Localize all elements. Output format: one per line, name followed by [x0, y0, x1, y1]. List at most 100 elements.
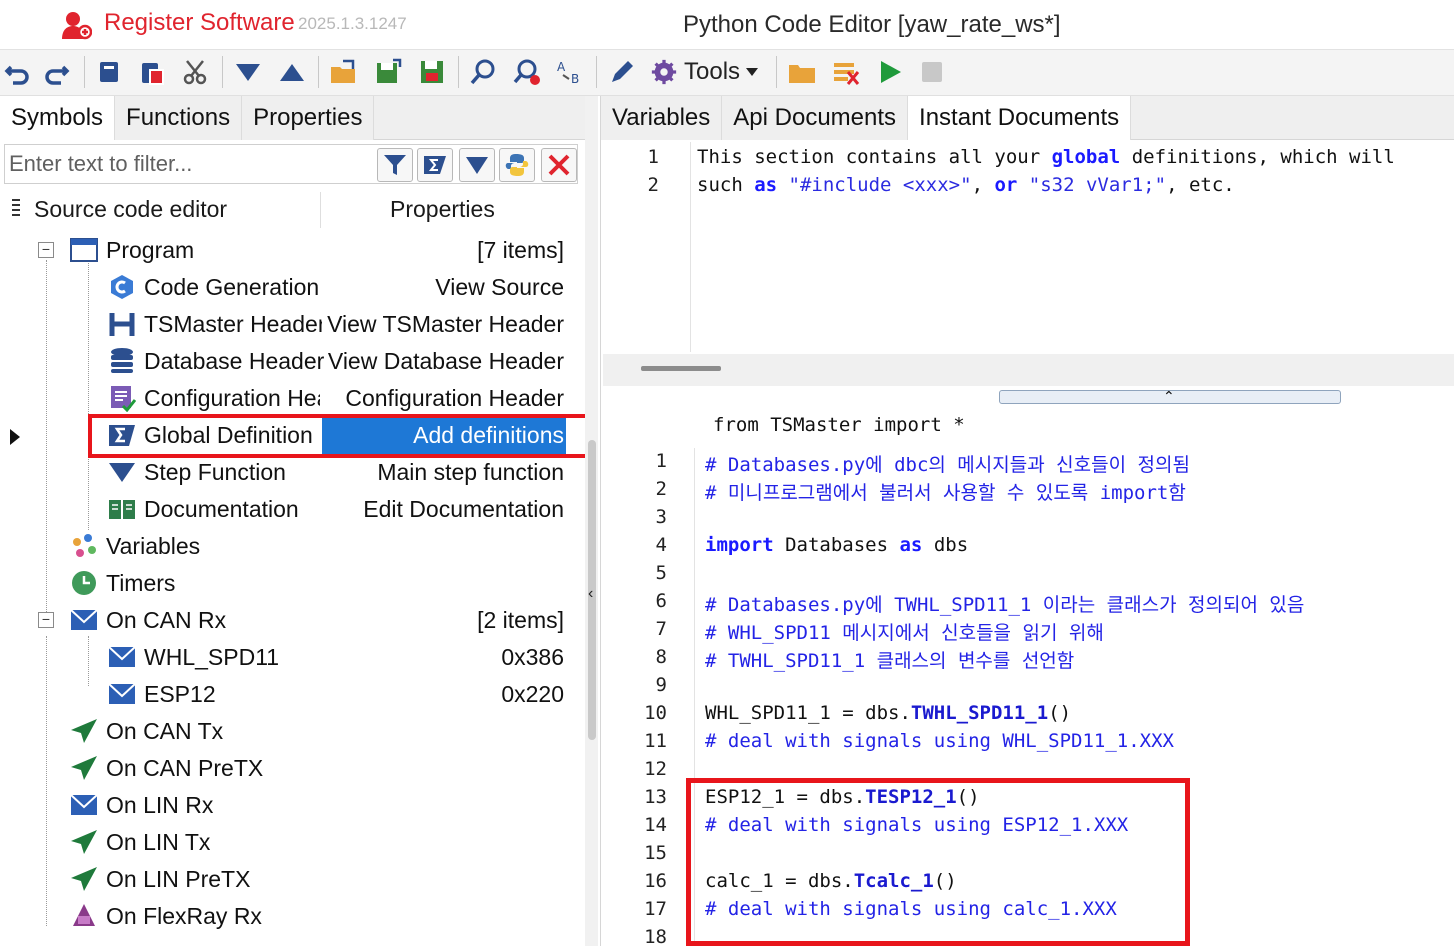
collapse-icon[interactable]: − — [38, 242, 54, 258]
tree-item-value: Configuration Header — [345, 385, 564, 411]
send-icon — [70, 754, 98, 782]
line-number-gutter: 1 2 3 4 5 6 7 8 9 10 11 12 13 14 15 16 1… — [603, 448, 695, 946]
register-user-icon[interactable] — [60, 10, 93, 40]
collapse-left-icon[interactable]: ‹ — [588, 585, 593, 603]
doc-keyword: or — [994, 174, 1018, 196]
editor-splitter[interactable]: ⌃ — [601, 388, 1454, 406]
collapse-icon[interactable]: − — [38, 612, 54, 628]
sigma-filter-icon[interactable] — [417, 148, 453, 182]
version-label: 2025.1.3.1247 — [298, 14, 407, 33]
list-menu-icon[interactable] — [10, 198, 22, 220]
horizontal-scrollbar[interactable] — [603, 354, 1454, 386]
column-separator — [320, 192, 321, 228]
tree-item-label: Step Function — [144, 459, 286, 485]
horizontal-scrollbar-thumb[interactable] — [641, 366, 721, 371]
current-row-marker-icon — [10, 429, 20, 445]
step-function-icon — [108, 458, 136, 486]
book-icon — [108, 495, 136, 523]
chevron-up-icon[interactable]: ⌃ — [1163, 388, 1175, 405]
variables-icon — [70, 532, 98, 560]
tree-item-on-lin-rx[interactable]: On LIN Rx — [0, 787, 582, 824]
replace-text-icon[interactable]: AB — [554, 56, 586, 88]
tree-item-timers[interactable]: Timers — [0, 565, 582, 602]
tree-item-on-can-tx[interactable]: On CAN Tx — [0, 713, 582, 750]
code-line-4: import Databases as dbs — [705, 534, 968, 556]
export-icon[interactable] — [372, 56, 404, 88]
tree-header: Source code editor Properties — [4, 192, 578, 228]
copy-icon[interactable] — [94, 56, 126, 88]
highlight-box-code — [686, 778, 1190, 946]
line-number: 5 — [655, 562, 667, 584]
column-properties[interactable]: Properties — [390, 196, 495, 223]
save-icon[interactable] — [416, 56, 448, 88]
tree-item-label: On LIN PreTX — [106, 866, 251, 892]
tab-instant-documents[interactable]: Instant Documents — [908, 96, 1132, 140]
edit-icon[interactable] — [606, 56, 638, 88]
filter-input[interactable] — [9, 147, 369, 181]
tree-item-whl-spd11[interactable]: WHL_SPD11 0x386 — [0, 639, 582, 676]
code-text: WHL_SPD11_1 = dbs. — [705, 702, 911, 724]
move-down-icon[interactable] — [232, 56, 264, 88]
folder-icon[interactable] — [786, 56, 818, 88]
step-filter-icon[interactable] — [459, 148, 495, 182]
clear-filter-icon[interactable] — [541, 148, 577, 182]
find-replace-icon[interactable] — [512, 56, 544, 88]
clear-icon[interactable] — [830, 56, 862, 88]
tools-menu-button[interactable]: Tools — [650, 56, 759, 88]
tree-item-on-lin-tx[interactable]: On LIN Tx — [0, 824, 582, 861]
splitter-handle[interactable]: ⌃ — [999, 388, 1341, 405]
code-line-7: # WHL_SPD11 메시지에서 신호들을 읽기 위해 — [705, 622, 1104, 644]
instant-document-editor[interactable]: 1 2 This section contains all your globa… — [603, 142, 1454, 384]
redo-icon[interactable] — [40, 56, 72, 88]
toolbar-separator — [84, 56, 85, 88]
envelope-icon — [108, 680, 136, 708]
tab-variables[interactable]: Variables — [601, 96, 723, 140]
find-icon[interactable] — [468, 56, 500, 88]
undo-icon[interactable] — [2, 56, 34, 88]
tab-symbols[interactable]: Symbols — [0, 96, 116, 140]
tree-item-esp12[interactable]: ESP12 0x220 — [0, 676, 582, 713]
tree-item-label: On FlexRay Rx — [106, 903, 262, 929]
tree-item-label: On CAN Tx — [106, 718, 224, 744]
doc-line-2: such as "#include <xxx>", or "s32 vVar1;… — [697, 174, 1235, 196]
tree-item-program[interactable]: − Program [7 items] — [0, 232, 582, 269]
doc-text: definitions, which will — [1120, 146, 1395, 168]
doc-line-1: This section contains all your global de… — [697, 146, 1395, 168]
tree-item-configuration-header[interactable]: Configuration Header Configuration Heade… — [0, 380, 582, 417]
doc-string: "s32 vVar1;" — [1017, 174, 1167, 196]
tree-item-documentation[interactable]: Documentation Edit Documentation — [0, 491, 582, 528]
column-source-code-editor[interactable]: Source code editor — [34, 196, 227, 223]
tree-item-tsmaster-header[interactable]: TSMaster Header View TSMaster Header — [0, 306, 582, 343]
tree-item-database-header[interactable]: Database Header View Database Header — [0, 343, 582, 380]
filter-icon[interactable] — [377, 148, 413, 182]
doc-text: such — [697, 174, 755, 196]
tree-item-on-lin-pretx[interactable]: On LIN PreTX — [0, 861, 582, 898]
tree-item-on-can-pretx[interactable]: On CAN PreTX — [0, 750, 582, 787]
symbol-tree: − Program [7 items] Code Generation View… — [0, 232, 582, 946]
tab-api-documents[interactable]: Api Documents — [722, 96, 909, 140]
title-bar: Register Software 2025.1.3.1247 Python C… — [0, 0, 1454, 50]
run-icon[interactable] — [874, 56, 906, 88]
register-software-link[interactable]: Register Software — [104, 9, 295, 37]
code-line-8: # TWHL_SPD11_1 클래스의 변수를 선언함 — [705, 650, 1075, 672]
tab-functions[interactable]: Functions — [115, 96, 243, 140]
tree-item-variables[interactable]: Variables — [0, 528, 582, 565]
toolbar-separator — [596, 56, 597, 88]
stop-icon[interactable] — [916, 56, 948, 88]
tree-item-code-generation[interactable]: Code Generation View Source — [0, 269, 582, 306]
paste-icon[interactable] — [136, 56, 168, 88]
tree-item-step-function[interactable]: Step Function Main step function — [0, 454, 582, 491]
tree-item-value: [2 items] — [477, 607, 564, 633]
tab-properties[interactable]: Properties — [242, 96, 375, 140]
clock-icon — [70, 569, 98, 597]
tree-item-on-can-rx[interactable]: − On CAN Rx [2 items] — [0, 602, 582, 639]
cut-icon[interactable] — [180, 56, 212, 88]
move-up-icon[interactable] — [276, 56, 308, 88]
open-folder-icon[interactable] — [328, 56, 360, 88]
code-line-10: WHL_SPD11_1 = dbs.TWHL_SPD11_1() — [705, 702, 1071, 724]
tree-item-label: WHL_SPD11 — [144, 644, 280, 670]
python-icon[interactable] — [499, 148, 535, 182]
tree-item-on-flexray-rx[interactable]: On FlexRay Rx — [0, 898, 582, 935]
line-number: 2 — [647, 174, 659, 196]
line-number: 3 — [655, 506, 667, 528]
